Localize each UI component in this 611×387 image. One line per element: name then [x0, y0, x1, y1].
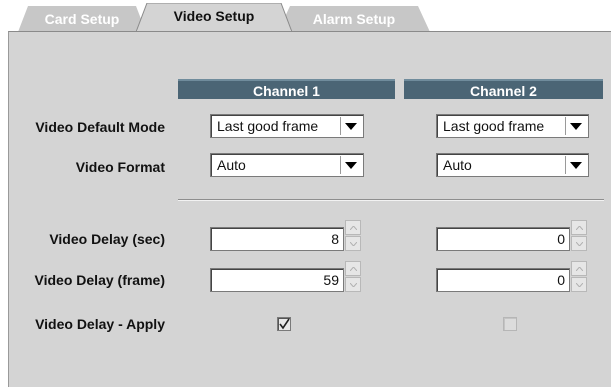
tab-bar: Card Setup Alarm Setup Video Setup — [0, 0, 611, 32]
section-divider — [178, 199, 604, 201]
channel2-header: Channel 2 — [404, 79, 603, 99]
channel2-default-mode-select[interactable]: Last good frame — [436, 114, 589, 138]
channel1-video-format-select[interactable]: Auto — [210, 153, 364, 177]
checkmark-icon — [279, 318, 290, 330]
channel1-video-format-value: Auto — [217, 157, 246, 173]
tab-card-setup[interactable]: Card Setup — [18, 6, 146, 32]
channel2-delay-frame-up[interactable] — [571, 261, 587, 276]
channel2-apply-checkbox[interactable] — [503, 317, 517, 331]
video-delay-sec-label: Video Delay (sec) — [49, 231, 165, 247]
channel2-video-format-select[interactable]: Auto — [436, 153, 589, 177]
triangle-down-icon[interactable] — [340, 117, 361, 135]
video-format-label: Video Format — [75, 159, 165, 175]
channel2-delay-sec-input[interactable]: 0 — [436, 227, 570, 251]
triangle-down-icon[interactable] — [340, 156, 361, 174]
chevron-down-icon — [575, 282, 583, 287]
tab-video-setup-label: Video Setup — [173, 8, 255, 24]
chevron-up-icon — [575, 225, 583, 230]
tab-card-setup-label: Card Setup — [44, 11, 120, 27]
tab-alarm-setup-label: Alarm Setup — [312, 11, 396, 27]
chevron-down-icon — [349, 282, 357, 287]
chevron-down-icon — [575, 241, 583, 246]
tab-video-setup[interactable]: Video Setup — [136, 3, 292, 32]
triangle-down-icon[interactable] — [565, 117, 586, 135]
video-delay-apply-label: Video Delay - Apply — [35, 316, 165, 332]
channel2-default-mode-value: Last good frame — [443, 118, 545, 134]
channel1-default-mode-select[interactable]: Last good frame — [210, 114, 364, 138]
channel1-header: Channel 1 — [178, 79, 395, 99]
channel1-delay-frame-down[interactable] — [345, 277, 361, 292]
channel2-delay-frame-input[interactable]: 0 — [436, 268, 570, 292]
channel2-video-format-value: Auto — [443, 157, 472, 173]
channel1-delay-frame-up[interactable] — [345, 261, 361, 276]
channel1-delay-frame-input[interactable]: 59 — [210, 268, 344, 292]
channel1-delay-sec-up[interactable] — [345, 220, 361, 235]
channel2-delay-sec-up[interactable] — [571, 220, 587, 235]
channel2-delay-sec-down[interactable] — [571, 236, 587, 251]
chevron-up-icon — [349, 225, 357, 230]
chevron-up-icon — [349, 266, 357, 271]
triangle-down-icon[interactable] — [565, 156, 586, 174]
tab-alarm-setup[interactable]: Alarm Setup — [278, 6, 430, 32]
channel2-delay-frame-down[interactable] — [571, 277, 587, 292]
channel1-default-mode-value: Last good frame — [217, 118, 319, 134]
channel1-delay-sec-down[interactable] — [345, 236, 361, 251]
channel1-apply-checkbox[interactable] — [277, 317, 291, 331]
channel1-delay-sec-input[interactable]: 8 — [210, 227, 344, 251]
chevron-up-icon — [575, 266, 583, 271]
video-delay-frame-label: Video Delay (frame) — [34, 272, 165, 288]
chevron-down-icon — [349, 241, 357, 246]
video-default-mode-label: Video Default Mode — [35, 119, 165, 135]
